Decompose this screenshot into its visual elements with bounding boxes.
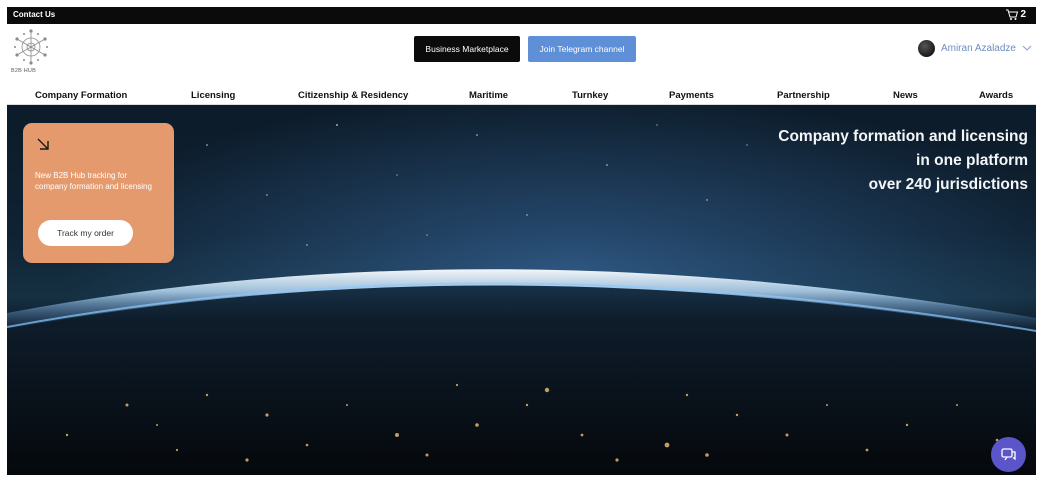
chat-icon <box>1001 448 1016 461</box>
cart-count: 2 <box>1020 9 1026 20</box>
tracking-promo-card: New B2B Hub tracking for company formati… <box>23 123 174 263</box>
nav-item-licensing[interactable]: Licensing <box>191 90 235 101</box>
arrow-down-right-icon <box>37 138 49 150</box>
nav-item-partnership[interactable]: Partnership <box>777 90 830 101</box>
header: B2B HUB Business Marketplace Join Telegr… <box>7 24 1036 87</box>
nav-item-citizenship-residency[interactable]: Citizenship & Residency <box>298 90 408 101</box>
chat-button[interactable] <box>991 437 1026 472</box>
chevron-down-icon[interactable] <box>1022 45 1032 52</box>
user-name: Amiran Azaladze <box>940 43 1016 54</box>
main-nav: Company Formation Licensing Citizenship … <box>7 87 1036 105</box>
logo[interactable]: B2B HUB <box>11 28 51 78</box>
tagline-line-3: over 240 jurisdictions <box>868 176 1028 193</box>
tagline-line-2: in one platform <box>916 152 1028 169</box>
nav-item-turnkey[interactable]: Turnkey <box>572 90 608 101</box>
promo-text: New B2B Hub tracking for company formati… <box>35 171 152 191</box>
avatar <box>917 40 935 57</box>
nav-item-company-formation[interactable]: Company Formation <box>35 90 127 101</box>
logo-text: B2B HUB <box>11 68 36 74</box>
hero-tagline: Company formation and licensing in one p… <box>778 125 1028 197</box>
cart-icon <box>1006 9 1019 20</box>
user-menu[interactable]: Amiran Azaladze <box>917 40 1032 57</box>
cart-button[interactable]: 2 <box>1005 8 1026 21</box>
tagline-line-1: Company formation and licensing <box>778 128 1028 145</box>
nav-item-maritime[interactable]: Maritime <box>469 90 508 101</box>
join-telegram-button[interactable]: Join Telegram channel <box>528 36 636 62</box>
contact-us-link[interactable]: Contact Us <box>13 10 55 19</box>
nav-item-news[interactable]: News <box>893 90 918 101</box>
hero-banner: New B2B Hub tracking for company formati… <box>7 105 1036 475</box>
nav-item-awards[interactable]: Awards <box>979 90 1013 101</box>
track-my-order-button[interactable]: Track my order <box>38 220 133 246</box>
top-bar: Contact Us 2 <box>7 7 1036 24</box>
page-frame: Contact Us 2 B2B HUB Business Marketplac… <box>7 7 1036 475</box>
snowflake-logo <box>14 29 48 65</box>
nav-item-payments[interactable]: Payments <box>669 90 714 101</box>
business-marketplace-button[interactable]: Business Marketplace <box>414 36 520 62</box>
